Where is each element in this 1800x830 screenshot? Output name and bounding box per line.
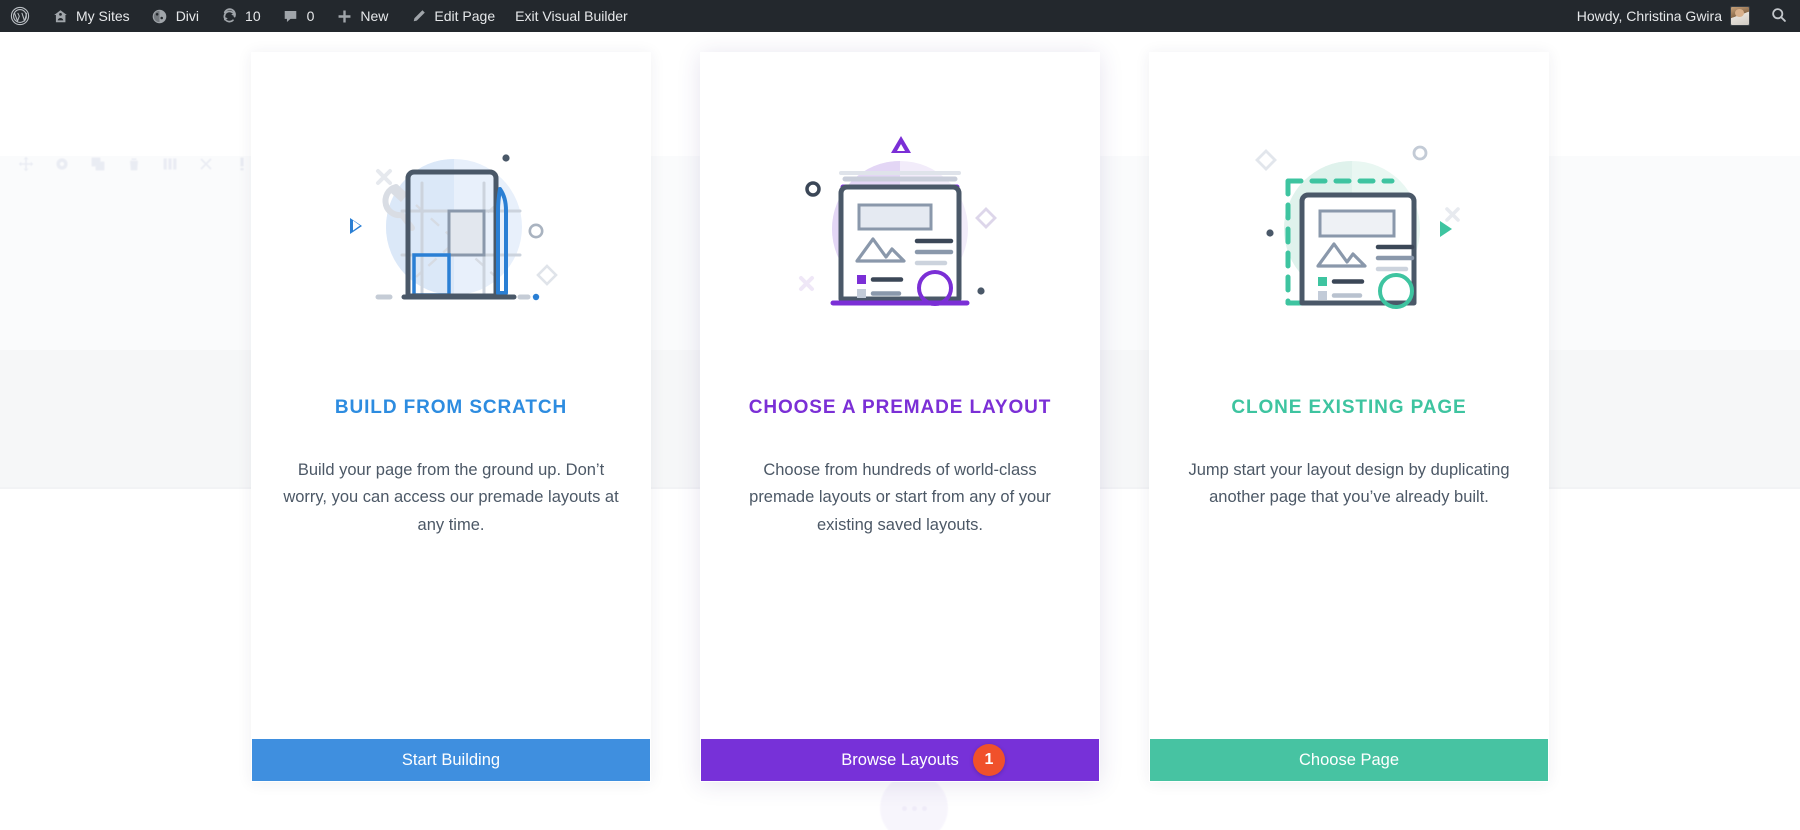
- admin-bar-label-updates: 10: [245, 8, 261, 24]
- admin-bar-label-exit-visual-builder: Exit Visual Builder: [515, 8, 628, 24]
- admin-bar-label-divi: Divi: [175, 8, 200, 24]
- admin-bar-label-comments: 0: [306, 8, 315, 24]
- search-icon: [1770, 6, 1788, 27]
- wp-logo-menu[interactable]: [0, 0, 40, 32]
- status-badge: 1: [973, 744, 1005, 776]
- browse-layouts-button[interactable]: Browse Layouts 1: [701, 739, 1099, 781]
- choose-page-button[interactable]: Choose Page: [1150, 739, 1548, 781]
- admin-bar-label-new: New: [360, 8, 389, 24]
- updates-icon: [219, 6, 239, 26]
- clone-page-icon: [1149, 52, 1549, 397]
- browse-layouts-label: Browse Layouts: [841, 750, 959, 769]
- howdy-label: Howdy, Christina Gwira: [1576, 8, 1722, 24]
- card-title-choose-premade-layout: CHOOSE A PREMADE LAYOUT: [748, 397, 1052, 418]
- card-description-build-from-scratch: Build your page from the ground up. Don’…: [283, 461, 619, 534]
- comments-icon: [281, 6, 301, 26]
- card-description-clone-existing-page: Jump start your layout design by duplica…: [1188, 461, 1510, 507]
- card-title-build-from-scratch: BUILD FROM SCRATCH: [334, 397, 568, 418]
- admin-bar-item-updates[interactable]: 10: [209, 0, 271, 32]
- admin-bar-my-account[interactable]: Howdy, Christina Gwira: [1567, 0, 1758, 32]
- admin-bar-spacer: [638, 0, 1567, 32]
- admin-bar-search-button[interactable]: [1758, 0, 1800, 32]
- card-build-from-scratch[interactable]: BUILD FROM SCRATCH Build your page from …: [251, 52, 651, 782]
- card-title-clone-existing-page: CLONE EXISTING PAGE: [1231, 397, 1467, 418]
- admin-bar-item-my-sites[interactable]: My Sites: [40, 0, 140, 32]
- avatar: [1730, 6, 1750, 26]
- admin-bar-right-group: Howdy, Christina Gwira: [1567, 0, 1800, 32]
- card-clone-existing-page[interactable]: CLONE EXISTING PAGE Jump start your layo…: [1149, 52, 1549, 782]
- layout-page-icon: [700, 52, 1100, 397]
- divi-icon: [150, 6, 170, 26]
- admin-bar-item-exit-visual-builder[interactable]: Exit Visual Builder: [505, 0, 638, 32]
- multisite-icon: [50, 6, 70, 26]
- admin-bar-label-my-sites: My Sites: [76, 8, 130, 24]
- admin-bar-item-divi[interactable]: Divi: [140, 0, 209, 32]
- wp-admin-bar: My Sites Divi 10 0 New Edit Page Exit Vi…: [0, 0, 1800, 32]
- wordpress-logo-icon: [10, 6, 30, 26]
- card-choose-premade-layout[interactable]: CHOOSE A PREMADE LAYOUT Choose from hund…: [700, 52, 1100, 782]
- admin-bar-label-edit-page: Edit Page: [434, 8, 496, 24]
- card-description-choose-premade-layout: Choose from hundreds of world-class prem…: [749, 461, 1051, 534]
- start-building-button[interactable]: Start Building: [252, 739, 650, 781]
- pencil-icon: [408, 6, 428, 26]
- plus-icon: [334, 6, 354, 26]
- start-building-label: Start Building: [401, 750, 501, 769]
- blueprint-wireframe-icon: [251, 52, 651, 397]
- admin-bar-item-new[interactable]: New: [324, 0, 398, 32]
- choose-page-label: Choose Page: [1299, 750, 1399, 769]
- admin-bar-item-edit-page[interactable]: Edit Page: [398, 0, 505, 32]
- admin-bar-item-comments[interactable]: 0: [271, 0, 325, 32]
- page-creation-chooser: BUILD FROM SCRATCH Build your page from …: [0, 32, 1800, 830]
